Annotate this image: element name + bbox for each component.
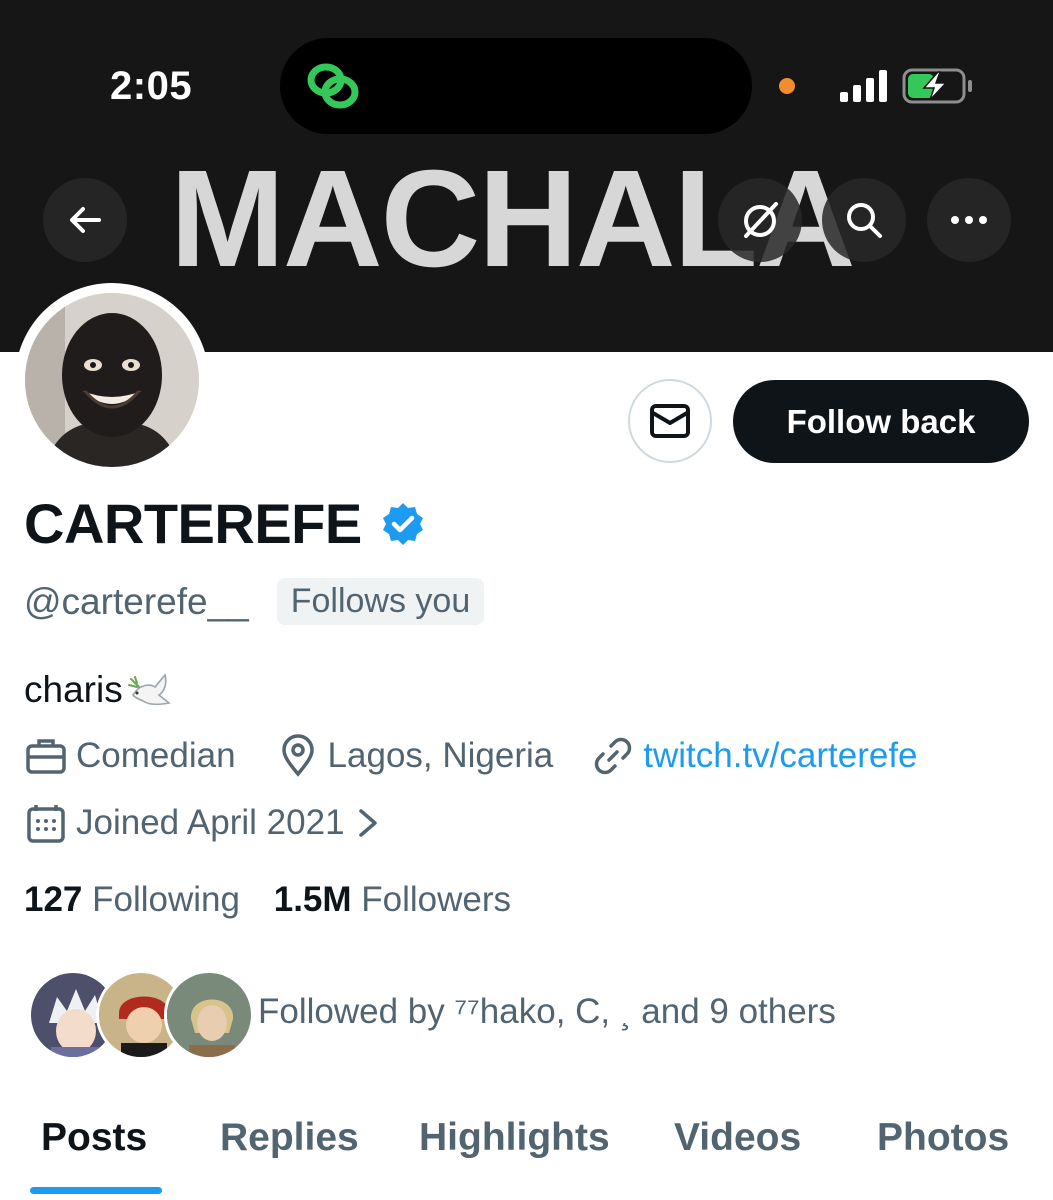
calendar-icon xyxy=(27,805,65,843)
location: Lagos, Nigeria xyxy=(276,734,554,778)
grok-button[interactable] xyxy=(718,178,802,262)
tab-highlights[interactable]: Highlights xyxy=(419,1116,610,1160)
status-time: 2:05 xyxy=(110,64,193,108)
tab-videos[interactable]: Videos xyxy=(674,1116,801,1160)
profile-tabs: Posts Replies Highlights Videos Photos xyxy=(0,1110,1053,1200)
dove-emoji-icon xyxy=(127,673,171,706)
follow-back-button[interactable]: Follow back xyxy=(733,380,1029,463)
envelope-icon xyxy=(650,404,690,438)
battery-charging-icon xyxy=(902,68,972,104)
following-count: 127 xyxy=(24,880,83,919)
following-label: Following xyxy=(92,880,240,919)
user-handle: @carterefe__ xyxy=(24,580,249,622)
link-icon xyxy=(595,737,632,775)
display-name: CARTEREFE xyxy=(24,492,362,555)
followers-label: Followers xyxy=(361,880,512,919)
verified-badge-icon[interactable] xyxy=(380,501,426,547)
occupation: Comedian xyxy=(24,734,236,778)
back-button[interactable] xyxy=(43,178,127,262)
followed-by-text: Followed by ⁷⁷hako, C, ¸ and 9 others xyxy=(258,992,836,1031)
joined-row[interactable]: Joined April 2021 xyxy=(24,801,383,845)
tab-replies[interactable]: Replies xyxy=(220,1116,359,1160)
website-link[interactable]: twitch.tv/carterefe xyxy=(643,736,917,776)
tab-photos[interactable]: Photos xyxy=(877,1116,1009,1160)
back-arrow-icon xyxy=(70,207,101,233)
avatar-image xyxy=(25,293,199,467)
grok-icon xyxy=(744,202,778,238)
cellular-signal-icon xyxy=(840,70,887,102)
follower-avatar xyxy=(164,970,254,1060)
joined-text: Joined April 2021 xyxy=(76,803,345,842)
briefcase-icon xyxy=(26,739,66,774)
chevron-right-icon xyxy=(358,809,377,837)
following-link[interactable]: 127 Following xyxy=(24,880,240,919)
privacy-indicator xyxy=(779,78,795,94)
bio-text: charis xyxy=(24,669,123,710)
dynamic-island xyxy=(280,38,752,134)
followers-count: 1.5M xyxy=(273,880,352,919)
more-icon xyxy=(951,216,987,224)
followers-link[interactable]: 1.5M Followers xyxy=(274,880,511,919)
active-tab-indicator xyxy=(30,1187,162,1194)
handle-row: @carterefe__ Follows you xyxy=(24,578,485,625)
follow-stats: 127 Following 1.5M Followers xyxy=(24,880,511,920)
follows-you-badge: Follows you xyxy=(276,578,485,625)
location-pin-icon xyxy=(281,734,314,777)
link-app-icon xyxy=(307,63,359,109)
profile-meta-row: Comedian Lagos, Nigeria twitch.tv/carter… xyxy=(24,734,918,778)
bio: charis xyxy=(24,665,175,715)
name-row: CARTEREFE xyxy=(24,496,426,552)
message-button[interactable] xyxy=(628,379,712,463)
website[interactable]: twitch.tv/carterefe xyxy=(591,734,918,778)
tab-posts[interactable]: Posts xyxy=(41,1116,147,1160)
location-text: Lagos, Nigeria xyxy=(327,736,554,775)
followed-by-row[interactable]: Followed by ⁷⁷hako, C, ¸ and 9 others xyxy=(28,970,1028,1062)
profile-avatar[interactable] xyxy=(25,293,199,467)
occupation-text: Comedian xyxy=(76,736,236,775)
more-button[interactable] xyxy=(927,178,1011,262)
search-icon xyxy=(847,203,882,238)
search-button[interactable] xyxy=(822,178,906,262)
